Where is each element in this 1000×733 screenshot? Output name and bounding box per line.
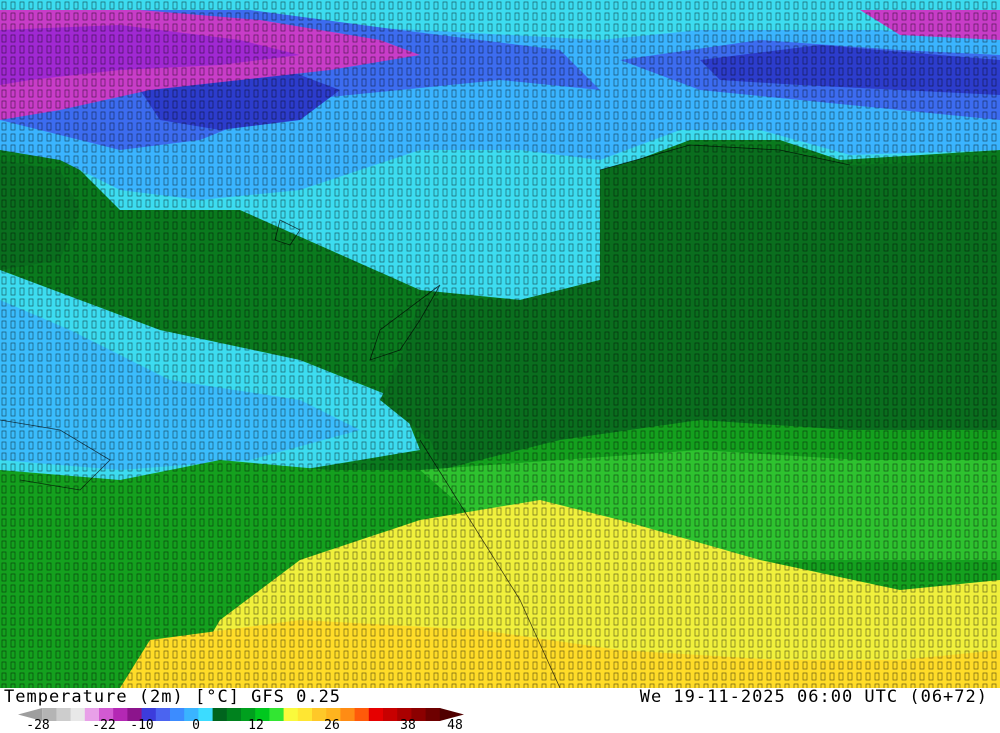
legend-color-swatch — [383, 708, 398, 721]
legend-color-swatch — [340, 708, 356, 721]
legend-tick: 38 — [400, 718, 416, 733]
legend-tick: 12 — [248, 718, 264, 733]
legend-color-swatch — [368, 708, 384, 721]
legend-tick: -10 — [130, 718, 154, 733]
legend-color-swatch — [170, 708, 185, 721]
legend-color-swatch — [425, 708, 441, 721]
legend-tick: -22 — [92, 718, 116, 733]
map-footer: Temperature (2m) [°C] GFS 0.25 We 19-11-… — [0, 687, 1000, 733]
temperature-map — [0, 0, 1000, 688]
temperature-value-grid — [0, 0, 1000, 688]
legend-tick: 48 — [447, 718, 463, 733]
legend-color-swatch — [70, 708, 86, 721]
legend-tick: 26 — [324, 718, 340, 733]
map-title: Temperature (2m) [°C] GFS 0.25 — [4, 687, 342, 707]
legend-color-swatch — [226, 708, 242, 721]
color-legend-bar — [18, 708, 464, 721]
legend-color-swatch — [269, 708, 285, 721]
legend-color-swatch — [56, 708, 72, 721]
legend-color-swatch — [297, 708, 313, 721]
map-datetime: We 19-11-2025 06:00 UTC (06+72) — [639, 687, 988, 707]
map-canvas — [0, 0, 1000, 688]
legend-tick: -28 — [26, 718, 50, 733]
legend-color-swatch — [283, 708, 299, 721]
legend-color-swatch — [354, 708, 370, 721]
legend-color-swatch — [212, 708, 228, 721]
legend-color-swatch — [155, 708, 171, 721]
legend-color-swatch — [198, 708, 214, 721]
legend-tick: 0 — [192, 718, 200, 733]
